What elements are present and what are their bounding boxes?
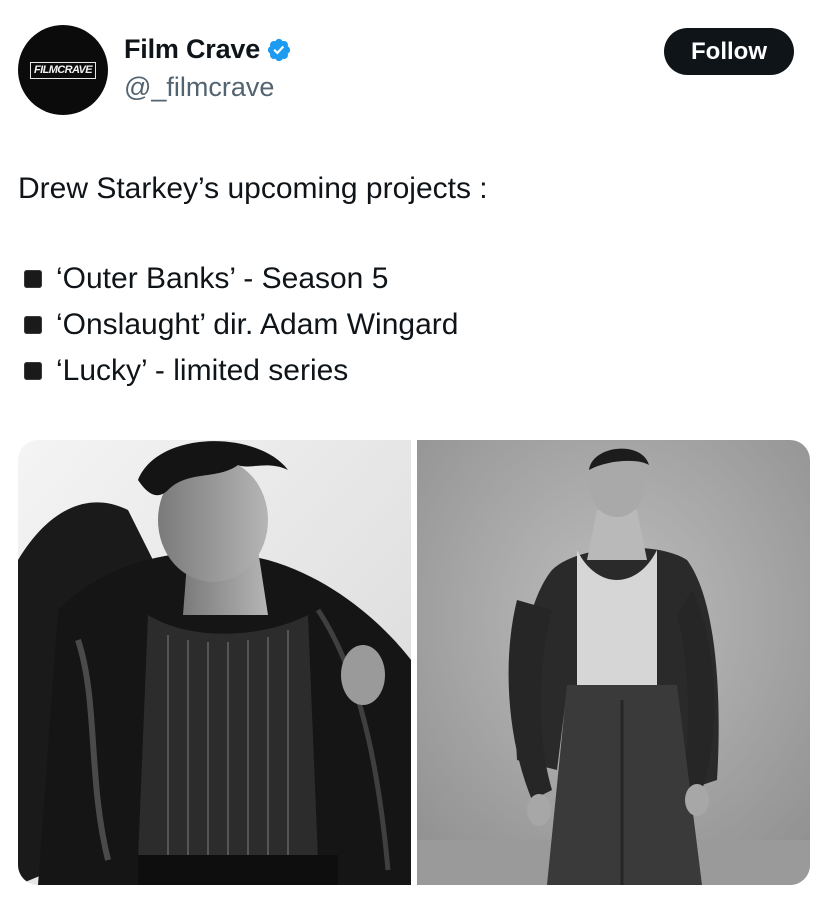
- list-item-text: ‘Outer Banks’ - Season 5: [56, 262, 389, 295]
- avatar[interactable]: FILMCRAVE: [18, 25, 108, 115]
- photo-cardigan[interactable]: [417, 440, 810, 885]
- list-item-text: ‘Lucky’ - limited series: [56, 354, 349, 387]
- black-square-icon: [24, 270, 42, 288]
- list-item: ‘Lucky’ - limited series: [24, 348, 458, 394]
- list-item: ‘Onslaught’ dir. Adam Wingard: [24, 302, 458, 348]
- list-item-text: ‘Onslaught’ dir. Adam Wingard: [56, 308, 459, 341]
- account-name-row: Film Crave: [124, 34, 292, 65]
- filmcrave-logo: FILMCRAVE: [30, 61, 96, 79]
- verified-badge-icon[interactable]: [266, 37, 292, 63]
- list-item: ‘Outer Banks’ - Season 5: [24, 256, 458, 302]
- project-list: ‘Outer Banks’ - Season 5 ‘Onslaught’ dir…: [24, 256, 458, 394]
- tweet-headline: Drew Starkey’s upcoming projects :: [18, 172, 488, 205]
- photo-leather-jacket[interactable]: [18, 440, 411, 885]
- display-name[interactable]: Film Crave: [124, 34, 260, 65]
- account-handle[interactable]: @_filmcrave: [124, 72, 274, 103]
- tweet-text: Drew Starkey’s upcoming projects :: [18, 166, 488, 212]
- black-square-icon: [24, 362, 42, 380]
- media-grid: [18, 440, 810, 885]
- black-square-icon: [24, 316, 42, 334]
- follow-button[interactable]: Follow: [664, 28, 794, 75]
